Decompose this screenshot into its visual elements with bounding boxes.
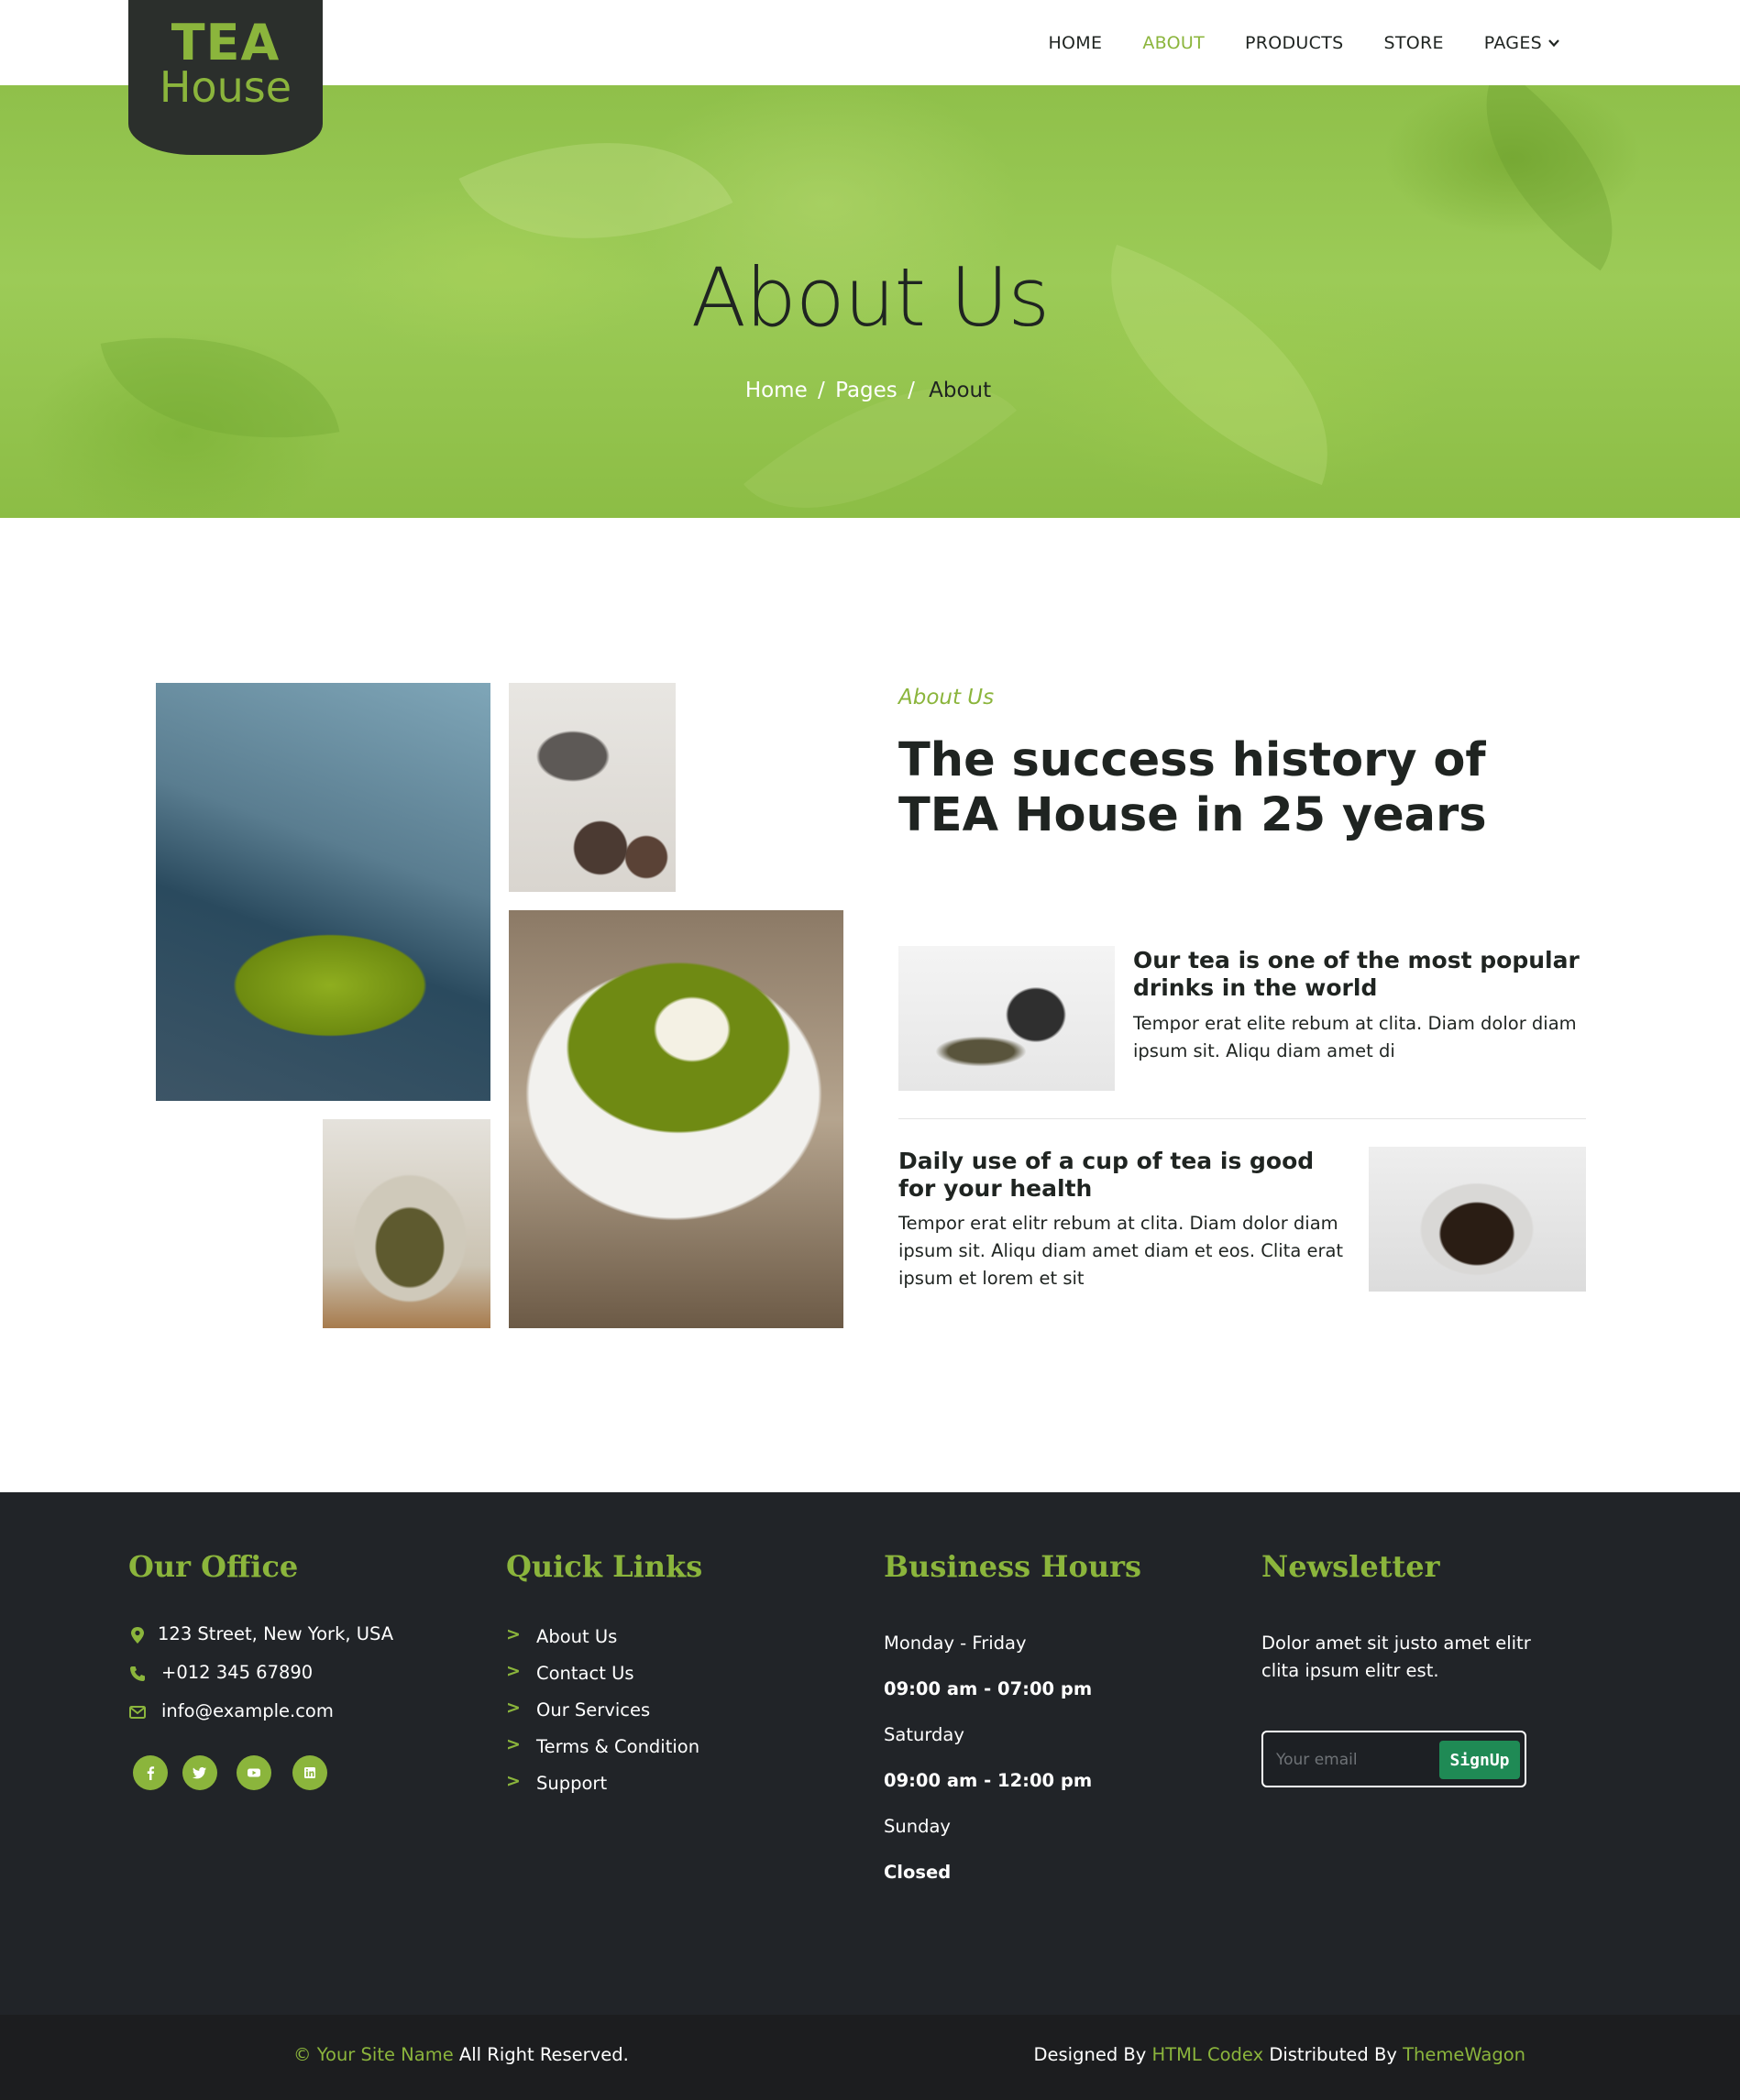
breadcrumb-pages[interactable]: Pages bbox=[835, 379, 898, 402]
nav-pages-label: PAGES bbox=[1483, 32, 1542, 53]
copyright-right: Designed By HTML Codex Distributed By Th… bbox=[1034, 2044, 1526, 2065]
tea-pot-image bbox=[1369, 1147, 1586, 1292]
logo-text-house: House bbox=[159, 62, 292, 112]
footer-heading-business-hours: Business Hours bbox=[884, 1549, 1141, 1584]
page-title: About Us bbox=[690, 250, 1050, 345]
rights-text: All Right Reserved. bbox=[458, 2044, 629, 2065]
site-name-link[interactable]: © Your Site Name bbox=[293, 2044, 454, 2065]
chevron-down-icon bbox=[1548, 38, 1559, 47]
youtube-icon bbox=[248, 1768, 260, 1777]
chevron-right-icon: > bbox=[506, 1698, 521, 1718]
quick-link-services[interactable]: Our Services bbox=[536, 1697, 650, 1724]
nav-home[interactable]: HOME bbox=[1048, 33, 1102, 53]
phone-icon bbox=[130, 1666, 145, 1681]
matcha-latte-image bbox=[509, 910, 843, 1328]
quick-link-terms[interactable]: Terms & Condition bbox=[536, 1733, 699, 1761]
nav-store[interactable]: STORE bbox=[1383, 33, 1443, 53]
youtube-button[interactable] bbox=[237, 1755, 271, 1790]
linkedin-icon bbox=[304, 1767, 315, 1778]
hero-leaf-decoration bbox=[743, 319, 1018, 518]
section-heading: The success history of TEA House in 25 y… bbox=[898, 733, 1487, 842]
feature-title: Our tea is one of the most popular drink… bbox=[1133, 947, 1580, 1001]
linkedin-button[interactable] bbox=[292, 1755, 327, 1790]
feature-title: Daily use of a cup of tea is good for yo… bbox=[898, 1148, 1315, 1202]
footer-heading-quick-links: Quick Links bbox=[506, 1549, 703, 1584]
newsletter-form: SignUp bbox=[1261, 1731, 1526, 1787]
nav-pages-dropdown[interactable]: PAGES bbox=[1484, 33, 1560, 53]
quick-link-about[interactable]: About Us bbox=[536, 1623, 617, 1651]
logo-text-tea: TEA bbox=[171, 14, 281, 71]
feature-text: Tempor erat elitr rebum at clita. Diam d… bbox=[898, 1213, 1344, 1289]
breadcrumb-home[interactable]: Home bbox=[745, 379, 808, 402]
distributor-link[interactable]: ThemeWagon bbox=[1403, 2044, 1525, 2065]
chevron-right-icon: > bbox=[506, 1624, 521, 1644]
main-nav: HOME ABOUT PRODUCTS STORE PAGES bbox=[1048, 0, 1560, 85]
hours-time: 09:00 am - 07:00 pm bbox=[884, 1678, 1093, 1699]
designer-link[interactable]: HTML Codex bbox=[1152, 2044, 1264, 2065]
hours-day: Saturday bbox=[884, 1724, 964, 1745]
nav-about[interactable]: ABOUT bbox=[1142, 33, 1205, 53]
twitter-button[interactable] bbox=[182, 1755, 217, 1790]
breadcrumb-separator: / bbox=[818, 379, 825, 402]
breadcrumb-current: About bbox=[929, 379, 992, 402]
twitter-icon bbox=[193, 1767, 206, 1779]
envelope-icon bbox=[129, 1706, 146, 1719]
feature-text: Tempor erat elite rebum at clita. Diam d… bbox=[1133, 1013, 1577, 1061]
footer-heading-office: Our Office bbox=[128, 1549, 299, 1584]
tea-pouring-image bbox=[509, 683, 676, 892]
section-label: About Us bbox=[898, 686, 995, 709]
newsletter-email-input[interactable] bbox=[1276, 1748, 1423, 1772]
designed-by-text: Designed By bbox=[1033, 2044, 1147, 2065]
hours-time: 09:00 am - 12:00 pm bbox=[884, 1770, 1093, 1791]
footer-heading-newsletter: Newsletter bbox=[1261, 1549, 1440, 1584]
chevron-right-icon: > bbox=[506, 1771, 521, 1791]
quick-link-contact[interactable]: Contact Us bbox=[536, 1660, 634, 1688]
feature-divider bbox=[898, 1118, 1586, 1119]
glass-teapot-image bbox=[323, 1119, 490, 1328]
newsletter-signup-button[interactable]: SignUp bbox=[1439, 1741, 1520, 1779]
hours-time: Closed bbox=[884, 1862, 952, 1883]
breadcrumb-separator: / bbox=[908, 379, 915, 402]
quick-link-support[interactable]: Support bbox=[536, 1770, 607, 1798]
office-email: info@example.com bbox=[161, 1700, 334, 1721]
facebook-button[interactable] bbox=[133, 1755, 168, 1790]
hours-day: Sunday bbox=[884, 1816, 951, 1837]
hours-day: Monday - Friday bbox=[884, 1633, 1027, 1654]
hero-leaf-decoration bbox=[1435, 85, 1664, 271]
nav-products[interactable]: PRODUCTS bbox=[1245, 33, 1343, 53]
newsletter-text: Dolor amet sit justo amet elitr clita ip… bbox=[1261, 1633, 1531, 1681]
office-address: 123 Street, New York, USA bbox=[158, 1623, 394, 1644]
map-marker-icon bbox=[131, 1627, 144, 1644]
matcha-pouring-image bbox=[156, 683, 490, 1101]
distributed-by-text: Distributed By bbox=[1269, 2044, 1397, 2065]
tea-jar-image bbox=[898, 946, 1115, 1091]
facebook-icon bbox=[147, 1766, 155, 1780]
office-phone: +012 345 67890 bbox=[161, 1662, 314, 1683]
copyright-left: © Your Site Name All Right Reserved. bbox=[293, 2044, 629, 2065]
chevron-right-icon: > bbox=[506, 1661, 521, 1681]
chevron-right-icon: > bbox=[506, 1734, 521, 1754]
breadcrumb: Home / Pages / About bbox=[0, 379, 1740, 402]
site-logo[interactable]: TEA House bbox=[128, 0, 323, 155]
